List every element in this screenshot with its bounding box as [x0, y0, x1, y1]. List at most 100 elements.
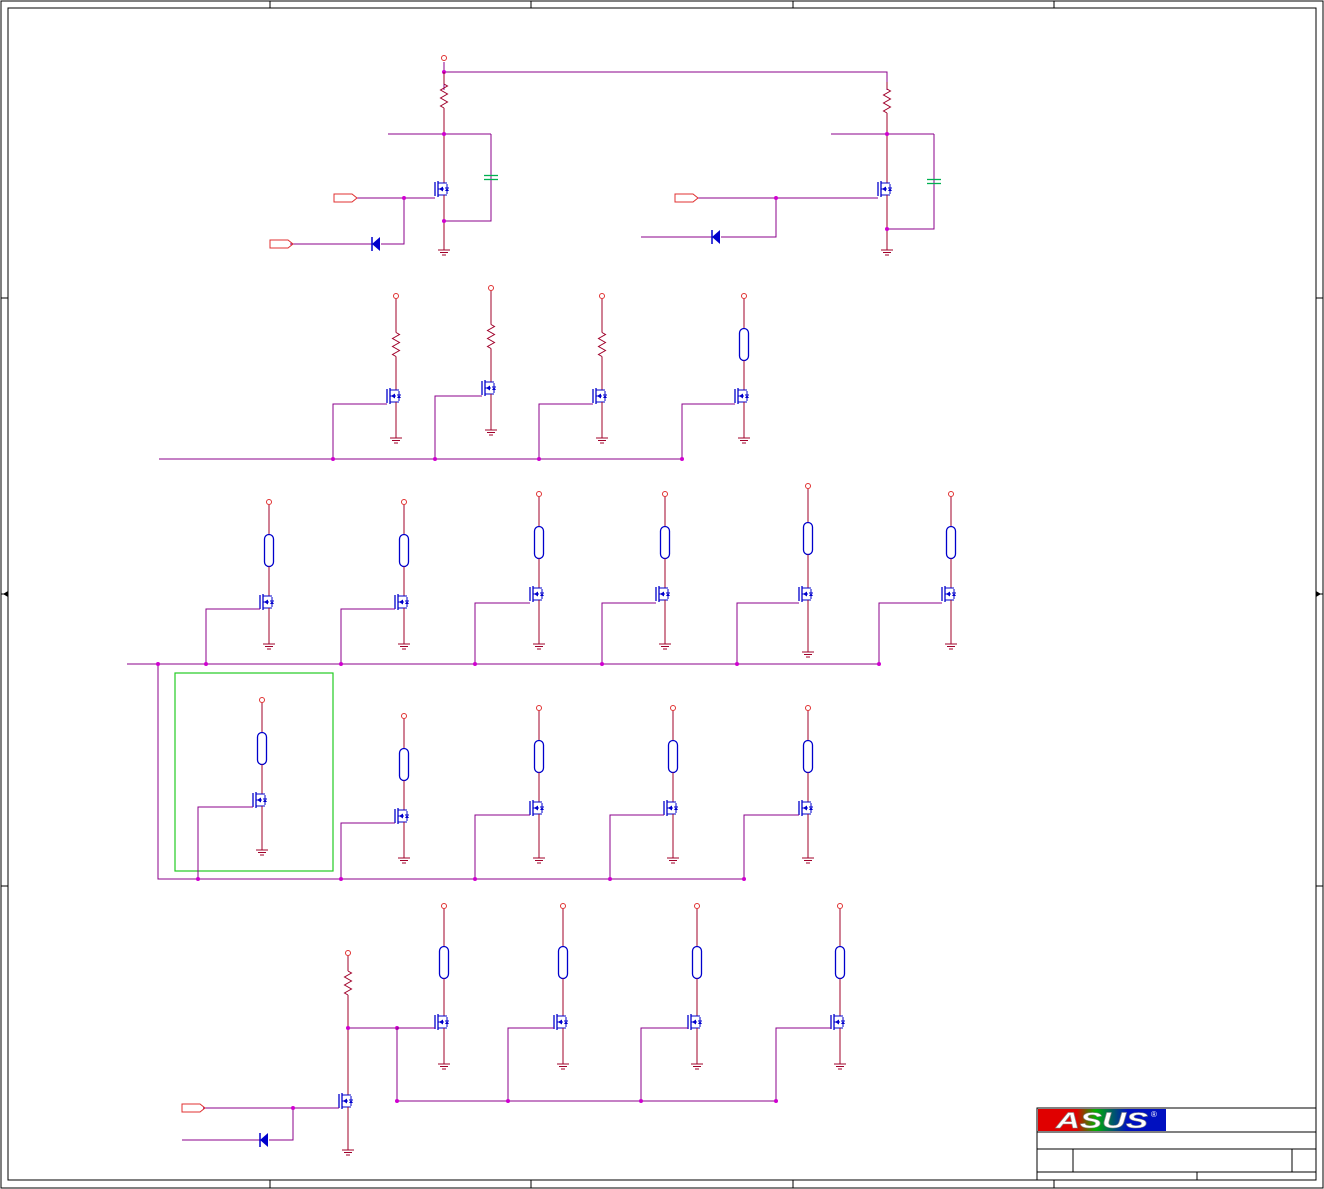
mosfet-icon	[687, 1014, 702, 1030]
mosfet-arrow	[660, 591, 664, 597]
ground-icon	[596, 430, 608, 444]
ground-icon	[667, 850, 679, 864]
power-pin-icon	[441, 55, 447, 61]
led-icon	[659, 525, 671, 560]
gate-wire	[507, 1027, 554, 1101]
diode-icon	[712, 230, 720, 244]
mosfet-arrow	[597, 393, 601, 399]
power-pin-icon	[805, 705, 811, 711]
resistor-icon	[882, 88, 892, 114]
asus-logo-text: ASUS	[1054, 1108, 1148, 1133]
led-icon	[398, 533, 410, 568]
junction-dot	[885, 132, 889, 136]
net-port-icon	[269, 239, 294, 249]
junction-dot	[433, 457, 437, 461]
mosfet-arrow	[668, 805, 672, 811]
led-icon	[802, 521, 814, 556]
power-pin-icon	[345, 950, 351, 956]
gate-wire	[197, 806, 253, 879]
junction-dot	[339, 662, 343, 666]
mosfet-arrow	[343, 1098, 347, 1104]
ground-icon	[398, 636, 410, 650]
ground-icon	[398, 850, 410, 864]
junction-dot	[774, 196, 778, 200]
junction-dot	[742, 877, 746, 881]
mosfet-arrow	[399, 599, 403, 605]
mosfet-arrow	[486, 385, 490, 391]
led-icon	[557, 945, 569, 980]
mosfet-icon	[434, 181, 449, 197]
gate-wire	[205, 608, 260, 664]
junction-dot	[196, 877, 200, 881]
gate-wire	[601, 602, 656, 664]
junction-dot	[506, 1099, 510, 1103]
mosfet-icon	[529, 800, 544, 816]
gate-wire	[736, 602, 799, 664]
resistor-icon	[486, 324, 496, 349]
gate-wire	[332, 403, 387, 459]
resistor-icon	[439, 83, 449, 109]
led-icon	[256, 731, 268, 766]
led-icon	[667, 739, 679, 774]
power-pin-icon	[259, 697, 265, 703]
mosfet-icon	[529, 586, 544, 602]
mosfet-icon	[259, 594, 274, 610]
gate-wire	[609, 814, 664, 879]
led-icon	[533, 525, 545, 560]
mosfet-arrow	[534, 591, 538, 597]
junction-dot	[442, 219, 446, 223]
ground-icon	[438, 242, 450, 256]
mosfet-arrow	[391, 393, 395, 399]
led-icon	[438, 945, 450, 980]
junction-dot	[537, 457, 541, 461]
mosfet-arrow	[534, 805, 538, 811]
gate-wire	[434, 395, 482, 459]
gate-wire	[340, 608, 395, 664]
diode-icon	[372, 237, 380, 251]
led-icon	[802, 739, 814, 774]
power-pin-icon	[536, 705, 542, 711]
gate-wire	[640, 1027, 688, 1101]
power-pin-icon	[741, 293, 747, 299]
gate-wire	[474, 814, 530, 879]
ground-icon	[342, 1142, 354, 1156]
power-pin-icon	[662, 491, 668, 497]
junction-dot	[680, 457, 684, 461]
ground-icon	[263, 636, 275, 650]
power-pin-icon	[670, 705, 676, 711]
frame-arrow-right	[1316, 591, 1321, 597]
ground-icon	[738, 430, 750, 444]
junction-dot	[473, 662, 477, 666]
mosfet-arrow	[257, 797, 261, 803]
registered-mark: ®	[1151, 1110, 1157, 1119]
net-port-icon	[181, 1103, 206, 1113]
mosfet-arrow	[882, 186, 886, 192]
mosfet-icon	[553, 1014, 568, 1030]
junction-dot	[346, 1026, 350, 1030]
power-pin-icon	[488, 285, 494, 291]
power-pin-icon	[441, 903, 447, 909]
ground-icon	[485, 422, 497, 436]
led-icon	[691, 945, 703, 980]
net-port-icon	[674, 193, 699, 203]
mosfet-icon	[663, 800, 678, 816]
mosfet-icon	[252, 792, 267, 808]
power-pin-icon	[401, 499, 407, 505]
asus-logo: ASUS ®	[1038, 1108, 1166, 1133]
mosfet-icon	[941, 586, 956, 602]
junction-dot	[885, 227, 889, 231]
mosfet-icon	[655, 586, 670, 602]
mosfet-arrow	[439, 1019, 443, 1025]
schematic-sheet: ASUS ®	[0, 0, 1324, 1189]
mosfet-icon	[394, 808, 409, 824]
resistor-icon	[343, 970, 353, 996]
gate-wire	[474, 602, 530, 664]
junction-dot	[156, 662, 160, 666]
mosfet-arrow	[264, 599, 268, 605]
mosfet-arrow	[399, 813, 403, 819]
mosfet-arrow	[946, 591, 950, 597]
mosfet-arrow	[439, 186, 443, 192]
diode-icon	[260, 1133, 268, 1147]
resistor-icon	[597, 332, 607, 357]
power-pin-icon	[266, 499, 272, 505]
